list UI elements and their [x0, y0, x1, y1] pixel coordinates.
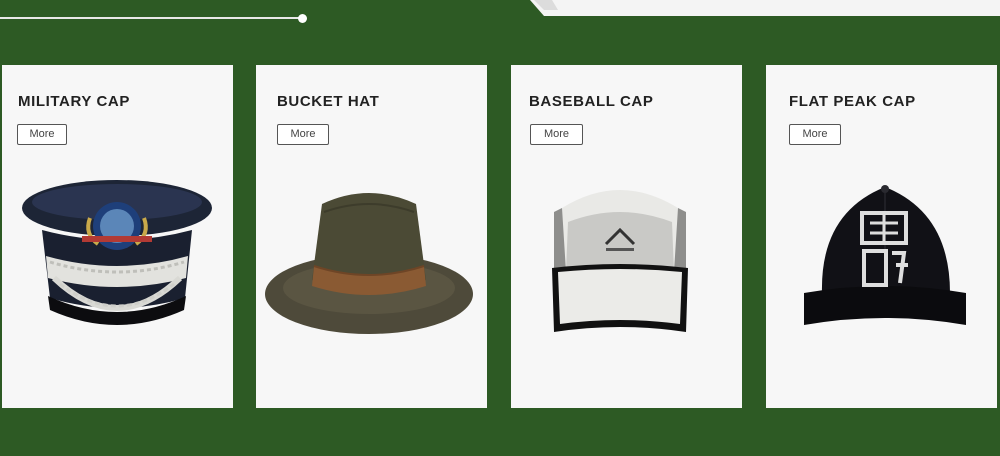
- bucket-hat-icon: [262, 182, 477, 347]
- header-decoration: [0, 0, 1000, 40]
- decorative-band: [530, 0, 1000, 16]
- baseball-cap-icon: [548, 172, 693, 342]
- more-button[interactable]: More: [789, 124, 841, 145]
- product-title: FLAT PEAK CAP: [789, 93, 916, 110]
- military-cap-icon: [20, 178, 215, 343]
- decorative-line: [0, 17, 300, 19]
- more-button[interactable]: More: [17, 124, 67, 145]
- more-button[interactable]: More: [277, 124, 329, 145]
- decorative-dot: [298, 14, 307, 23]
- product-title: MILITARY CAP: [18, 93, 130, 110]
- flat-peak-cap-icon: [800, 183, 970, 348]
- product-title: BUCKET HAT: [277, 93, 380, 110]
- product-title: BASEBALL CAP: [529, 93, 654, 110]
- more-button[interactable]: More: [530, 124, 583, 145]
